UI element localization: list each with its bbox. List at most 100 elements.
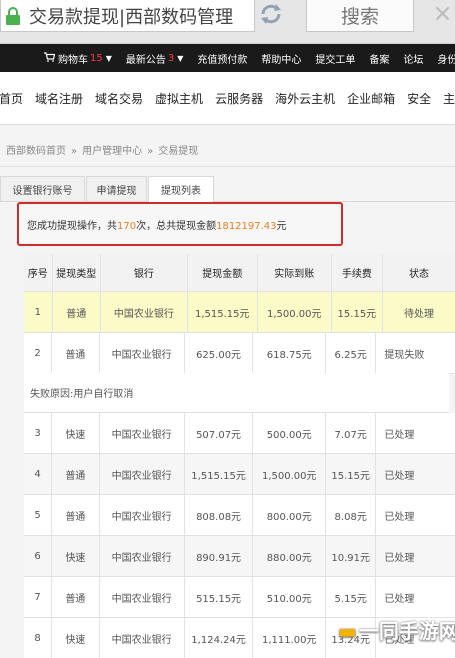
header-type: 提现类型 xyxy=(53,254,101,291)
table-row[interactable]: 6 快速 中国农业银行 890.91元 880.00元 10.91元 已处理 xyxy=(24,536,455,577)
table-row[interactable]: 3 快速 中国农业银行 507.07元 500.00元 7.07元 已处理 xyxy=(24,413,455,454)
topnav-beian[interactable]: 备案 xyxy=(369,51,389,66)
cell-type: 普通 xyxy=(52,333,100,373)
cell-fee: 15.15元 xyxy=(326,454,377,494)
lock-icon xyxy=(3,3,23,29)
cell-bank: 中国农业银行 xyxy=(100,536,185,576)
cell-index: 6 xyxy=(24,536,53,576)
withdraw-total: 1812197.43 xyxy=(216,220,277,232)
table-row[interactable]: 4 普通 中国农业银行 1,515.15元 1,500.00元 15.15元 已… xyxy=(24,454,455,495)
topnav-identity[interactable]: 身份 xyxy=(437,51,455,66)
cell-index: 3 xyxy=(24,413,53,453)
topnav-ticket[interactable]: 提交工单 xyxy=(315,51,355,66)
cell-type: 普通 xyxy=(52,577,100,617)
summary-suffix: 元 xyxy=(276,220,287,232)
cell-status: 已处理 xyxy=(384,593,415,605)
cart-label: 购物车 xyxy=(58,54,88,66)
cell-type: 快速 xyxy=(52,618,100,658)
mainnav-home[interactable]: 首页 xyxy=(0,90,23,107)
cell-status: 已处理 xyxy=(384,511,415,523)
cell-type: 普通 xyxy=(53,292,101,332)
mainnav-mail[interactable]: 企业邮箱 xyxy=(347,90,395,107)
cell-type: 普通 xyxy=(52,454,100,494)
table-row[interactable]: 7 普通 中国农业银行 515.15元 510.00元 5.15元 已处理 xyxy=(24,577,455,618)
table-row[interactable]: 2 普通 中国农业银行 625.00元 618.75元 6.25元 提现失败 xyxy=(24,333,455,374)
breadcrumb-separator: » xyxy=(71,146,78,157)
address-text: 交易款提现|西部数码管理 xyxy=(29,6,234,28)
cell-fee: 7.07元 xyxy=(326,413,377,453)
watermark-text: 一同手游网 xyxy=(358,619,455,643)
summary-prefix: 您成功提现操作，共 xyxy=(27,220,117,232)
mainnav-virtual-host[interactable]: 虚拟主机 xyxy=(155,90,203,107)
header-received: 实际到账 xyxy=(258,254,332,291)
breadcrumb-separator: » xyxy=(147,146,154,157)
cell-fee: 15.15元 xyxy=(332,292,384,332)
notice-link[interactable]: 最新公告 3 ▼ xyxy=(126,51,184,66)
close-icon[interactable]: × xyxy=(430,0,455,27)
mainnav-security[interactable]: 安全 xyxy=(407,90,431,107)
cell-fee: 5.15元 xyxy=(326,577,377,617)
cell-received: 880.00元 xyxy=(253,536,327,576)
tab-bank-account[interactable]: 设置银行账号 xyxy=(0,176,85,201)
cell-fee: 6.25元 xyxy=(326,333,377,373)
mainnav-cloud-server[interactable]: 云服务器 xyxy=(215,90,263,107)
cell-fee: 10.91元 xyxy=(326,536,377,576)
refresh-button[interactable] xyxy=(254,0,288,31)
header-fee: 手续费 xyxy=(332,254,384,291)
cell-received: 510.00元 xyxy=(253,577,327,617)
tab-apply-withdraw[interactable]: 申请提现 xyxy=(86,176,147,201)
watermark-dash: ▬ xyxy=(338,619,357,643)
cell-received: 1,500.00元 xyxy=(258,292,332,332)
cart-count: 15 xyxy=(90,52,103,64)
cell-amount: 1,124.24元 xyxy=(185,618,254,658)
cell-index: 4 xyxy=(24,454,53,494)
tab-bar: 设置银行账号 申请提现 提现列表 xyxy=(0,176,455,202)
mainnav-domain-register[interactable]: 域名注册 xyxy=(35,90,83,107)
summary-middle: 次，总共提现金额 xyxy=(136,220,217,232)
topnav-recharge[interactable]: 充值预付款 xyxy=(197,51,247,66)
cell-status: 已处理 xyxy=(384,552,415,564)
cell-status: 已处理 xyxy=(384,470,415,482)
breadcrumb-home[interactable]: 西部数码首页 xyxy=(6,146,66,157)
mainnav-domain-trade[interactable]: 域名交易 xyxy=(95,90,143,107)
table-row[interactable]: 1 普通 中国农业银行 1,515.15元 1,500.00元 15.15元 待… xyxy=(24,292,455,333)
tab-withdraw-list[interactable]: 提现列表 xyxy=(148,176,214,202)
notice-label: 最新公告 xyxy=(125,54,166,66)
cell-index: 1 xyxy=(24,292,53,332)
chevron-down-icon: ▼ xyxy=(105,53,112,63)
browser-search-bar: 交易款提现|西部数码管理 搜索 × xyxy=(0,0,455,44)
main-nav: 首页 域名注册 域名交易 虚拟主机 云服务器 海外云主机 企业邮箱 安全 主 xyxy=(0,72,455,125)
topnav-help[interactable]: 帮助中心 xyxy=(261,51,301,66)
cell-amount: 625.00元 xyxy=(185,333,254,373)
breadcrumb: 西部数码首页 » 用户管理中心 » 交易提现 xyxy=(6,142,198,157)
cell-amount: 507.07元 xyxy=(185,413,254,453)
cell-index: 2 xyxy=(24,333,53,373)
search-button[interactable]: 搜索 xyxy=(306,0,414,32)
cell-fee: 8.08元 xyxy=(326,495,377,535)
fail-reason-row-wrap: 失败原因:用户自行取消 xyxy=(24,373,449,413)
cell-bank: 中国农业银行 xyxy=(100,495,185,535)
cell-received: 1,500.00元 xyxy=(253,454,327,494)
mainnav-overseas-cloud[interactable]: 海外云主机 xyxy=(275,90,335,107)
cell-status: 已处理 xyxy=(384,429,415,441)
breadcrumb-current: 交易提现 xyxy=(158,146,199,157)
mainnav-more[interactable]: 主 xyxy=(443,90,455,107)
cell-bank: 中国农业银行 xyxy=(101,292,188,332)
header-bank: 银行 xyxy=(101,254,188,291)
site-watermark: ▬ 一同手游网 xyxy=(338,615,455,644)
cell-amount: 1,515.15元 xyxy=(188,292,258,332)
cell-index: 8 xyxy=(24,618,53,658)
cart-link[interactable]: 购物车 15 ▼ xyxy=(44,51,112,66)
refresh-icon xyxy=(257,0,285,32)
cell-type: 快速 xyxy=(52,413,100,453)
breadcrumb-user-center[interactable]: 用户管理中心 xyxy=(82,146,142,157)
cart-icon xyxy=(44,51,56,65)
cell-received: 1,111.00元 xyxy=(253,618,327,658)
cell-amount: 808.08元 xyxy=(185,495,254,535)
header-status: 状态 xyxy=(409,269,429,280)
table-row[interactable]: 5 普通 中国农业银行 808.08元 800.00元 8.08元 已处理 xyxy=(24,495,455,536)
topnav-forum[interactable]: 论坛 xyxy=(403,51,423,66)
address-input[interactable]: 交易款提现|西部数码管理 xyxy=(0,0,255,32)
header-amount: 提现金额 xyxy=(188,254,258,291)
cell-type: 普通 xyxy=(52,495,100,535)
